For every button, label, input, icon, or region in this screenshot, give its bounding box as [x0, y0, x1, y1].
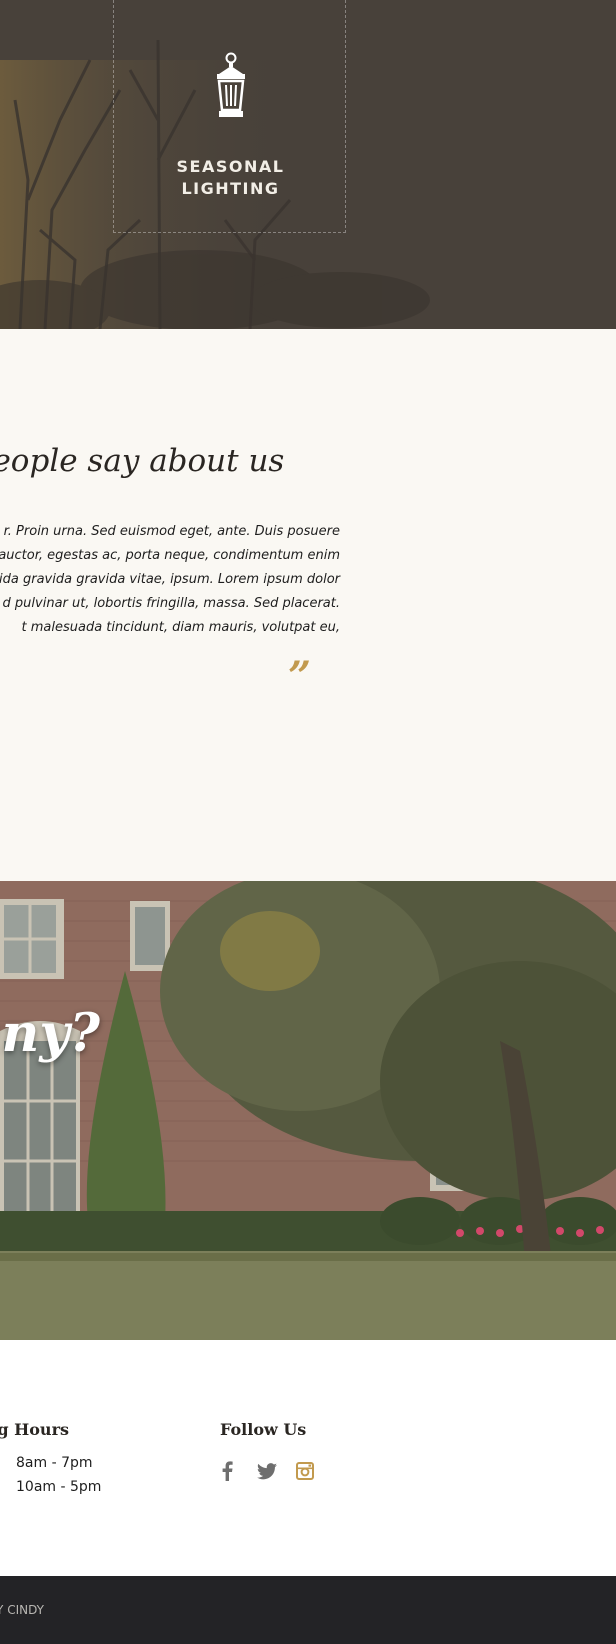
quote-mark-icon: ” [288, 653, 312, 700]
cta-heading: any? [0, 1003, 100, 1064]
lighting-section: SEASONAL LIGHTING [0, 0, 616, 329]
testimonial-line: avida gravida gravida vitae, ipsum. Lore… [0, 572, 340, 587]
service-title-line1: SEASONAL [176, 157, 285, 176]
hours-row: 10am - 5pm [16, 1479, 102, 1495]
testimonial-line: t malesuada tincidunt, diam mauris, volu… [21, 620, 341, 635]
testimonial-line: d pulvinar ut, lobortis fringilla, massa… [2, 596, 340, 611]
cta-banner: any? [0, 881, 616, 1340]
hours-row: 8am - 7pm [16, 1455, 93, 1471]
service-card-seasonal-lighting[interactable]: SEASONAL LIGHTING [113, 0, 346, 233]
footer-info: ng Hours 8am - 7pm 10am - 5pm Follow Us [0, 1340, 616, 1576]
testimonial-quote: r. Proin urna. Sed euismod eget, ante. D… [0, 520, 340, 640]
twitter-link[interactable] [256, 1460, 278, 1482]
twitter-icon [257, 1462, 277, 1479]
hours-heading: ng Hours [0, 1420, 69, 1439]
service-title-line2: LIGHTING [181, 179, 280, 198]
facebook-icon [222, 1461, 233, 1481]
copyright-text: Y CINDY [0, 1603, 44, 1617]
testimonial-section: What people say about us r. Proin urna. … [0, 329, 616, 881]
instagram-link[interactable] [294, 1460, 316, 1482]
testimonial-line: r. Proin urna. Sed euismod eget, ante. D… [3, 524, 340, 539]
testimonial-heading: What people say about us [0, 443, 285, 479]
testimonial-line: auctor, egestas ac, porta neque, condime… [0, 548, 340, 563]
bottom-bar: Y CINDY [0, 1576, 616, 1644]
instagram-icon [296, 1462, 314, 1480]
service-title: SEASONAL LIGHTING [114, 156, 347, 200]
follow-heading: Follow Us [220, 1420, 307, 1439]
facebook-link[interactable] [216, 1460, 238, 1482]
house-photo [0, 881, 616, 1340]
lantern-icon [217, 52, 245, 117]
